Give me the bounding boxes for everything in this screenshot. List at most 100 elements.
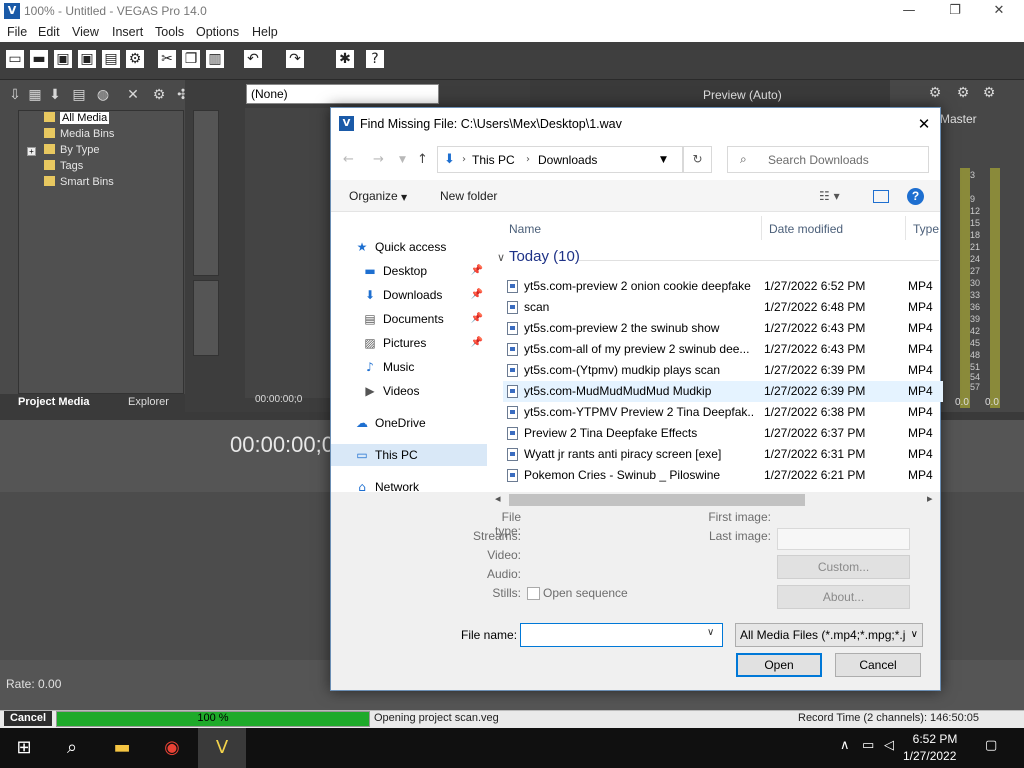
open-icon[interactable]: ▬ [30, 50, 48, 68]
vegas-taskbar-icon[interactable]: V [198, 728, 246, 768]
nav-music[interactable]: ♪ Music [331, 356, 487, 378]
pin-icon[interactable]: 📌 [471, 260, 483, 282]
column-date-modified[interactable]: Date modified [769, 222, 843, 236]
nav-pictures[interactable]: ▨ Pictures 📌 [331, 332, 487, 354]
nav-documents[interactable]: ▤ Documents 📌 [331, 308, 487, 330]
address-bar[interactable]: ⬇ › This PC › Downloads ▼ [437, 146, 683, 173]
file-row[interactable]: yt5s.com-all of my preview 2 swinub dee.… [503, 339, 943, 360]
scroll-right-icon[interactable]: ▸ [927, 492, 933, 505]
file-explorer-icon[interactable]: ▬ [98, 728, 146, 768]
nav-videos[interactable]: ▶ Videos [331, 380, 487, 402]
settings-icon[interactable]: ⚙ [926, 84, 944, 102]
open-sequence-checkbox[interactable] [527, 587, 540, 600]
nav-quick-access[interactable]: ★ Quick access [331, 236, 487, 258]
open-sequence-label[interactable]: Open sequence [543, 586, 628, 600]
chevron-down-icon[interactable]: ∨ [707, 627, 714, 638]
file-row[interactable]: yt5s.com-preview 2 onion cookie deepfake… [503, 276, 943, 297]
settings-icon[interactable]: ⚙ [954, 84, 972, 102]
tree-item-smart-bins[interactable]: Smart Bins [44, 175, 114, 190]
cancel-loading-button[interactable]: Cancel [4, 711, 52, 726]
notification-icon[interactable]: ▢ [985, 738, 997, 753]
nav-this-pc[interactable]: ▭ This PC [331, 444, 487, 466]
scrollbar-thumb[interactable] [509, 494, 805, 506]
close-app-button[interactable]: ✕ [976, 0, 1022, 22]
tab-project-media[interactable]: Project Media [18, 396, 90, 408]
file-row[interactable]: Wyatt jr rants anti piracy screen [exe] 1… [503, 444, 943, 465]
copy-icon[interactable]: ❐ [182, 50, 200, 68]
file-row[interactable]: Pokemon Cries - Swinub _ Piloswine 1/27/2… [503, 465, 943, 486]
nav-desktop[interactable]: ▬ Desktop 📌 [331, 260, 487, 282]
tree-item-media-bins[interactable]: Media Bins [44, 127, 114, 142]
remove-icon[interactable]: ✕ [124, 86, 142, 104]
scroll-left-icon[interactable]: ◂ [495, 492, 501, 505]
settings-icon[interactable]: ⚙ [980, 84, 998, 102]
properties-icon[interactable]: ⚙ [126, 50, 144, 68]
clock-date[interactable]: 1/27/2022 [903, 749, 956, 763]
up-icon[interactable]: ↑ [417, 152, 428, 167]
clock-time[interactable]: 6:52 PM [910, 732, 960, 746]
tab-explorer[interactable]: Explorer [128, 396, 169, 408]
media-tool-icon[interactable]: ▤ [70, 86, 88, 104]
menu-options[interactable]: Options [196, 25, 239, 39]
file-type-filter-select[interactable]: All Media Files (*.mp4;*.mpg;*.j ∨ [735, 623, 923, 647]
chrome-icon[interactable]: ◉ [148, 728, 196, 768]
chevron-up-icon[interactable]: ∧ [840, 738, 850, 753]
menu-view[interactable]: View [72, 25, 99, 39]
nav-downloads[interactable]: ⬇ Downloads 📌 [331, 284, 487, 306]
file-row[interactable]: scan 1/27/2022 6:48 PM MP4 [503, 297, 943, 318]
tree-item-all-media[interactable]: All Media [44, 111, 110, 126]
chevron-down-icon[interactable]: ▼ [660, 155, 667, 165]
volume-icon[interactable]: ◁ [884, 738, 894, 753]
refresh-icon[interactable]: ↻ [683, 146, 712, 173]
nav-network[interactable]: ⌂ Network [331, 476, 487, 498]
paste-icon[interactable]: ▥ [206, 50, 224, 68]
preview-pane-icon[interactable] [873, 190, 889, 203]
minimize-button[interactable]: — [886, 0, 932, 22]
nav-onedrive[interactable]: ☁ OneDrive [331, 412, 487, 434]
settings-icon[interactable]: ⚙ [150, 86, 168, 104]
new-project-icon[interactable]: ▭ [6, 50, 24, 68]
menu-file[interactable]: File [7, 25, 27, 39]
file-row[interactable]: yt5s.com-(Ytpmv) mudkip plays scan 1/27/2… [503, 360, 943, 381]
file-row[interactable]: Preview 2 Tina Deepfake Effects 1/27/2022… [503, 423, 943, 444]
explode-icon[interactable]: ✱ [336, 50, 354, 68]
web-icon[interactable]: ◍ [94, 86, 112, 104]
trimmer-select[interactable]: (None) [246, 84, 439, 104]
media-tool-icon[interactable]: ⬇ [46, 86, 64, 104]
search-input[interactable]: ⌕ Search Downloads [727, 146, 929, 173]
dialog-close-button[interactable]: ✕ [909, 112, 939, 136]
cut-icon[interactable]: ✂ [158, 50, 176, 68]
address-this-pc[interactable]: This PC [472, 153, 515, 167]
undo-icon[interactable]: ↶ [244, 50, 262, 68]
media-tool-icon[interactable]: ⇩ [6, 86, 24, 104]
organize-button[interactable]: Organize ▼ [349, 189, 407, 203]
search-icon[interactable]: ⌕ [48, 728, 96, 768]
column-divider[interactable] [905, 216, 906, 240]
save-icon[interactable]: ▣ [54, 50, 72, 68]
column-name[interactable]: Name [509, 222, 541, 236]
help-icon[interactable]: ? [907, 188, 924, 205]
save-as-icon[interactable]: ▣ [78, 50, 96, 68]
group-header-today[interactable]: ∨ Today (10) [497, 248, 580, 265]
new-folder-button[interactable]: New folder [440, 189, 497, 203]
network-icon[interactable]: ▭ [862, 738, 874, 753]
file-row[interactable]: yt5s.com-YTPMV Preview 2 Tina Deepfak...… [503, 402, 943, 423]
menu-tools[interactable]: Tools [155, 25, 184, 39]
view-options-icon[interactable]: ☷ ▾ [819, 189, 840, 203]
pin-icon[interactable]: 📌 [471, 332, 483, 354]
forward-icon[interactable]: → [373, 152, 384, 167]
pin-icon[interactable]: 📌 [471, 308, 483, 330]
render-icon[interactable]: ▤ [102, 50, 120, 68]
column-type[interactable]: Type [913, 222, 939, 236]
menu-help[interactable]: Help [252, 25, 278, 39]
back-icon[interactable]: ← [343, 152, 354, 167]
address-downloads[interactable]: Downloads [538, 153, 597, 167]
open-button[interactable]: Open [736, 653, 822, 677]
expand-icon[interactable]: + [27, 147, 36, 156]
horizontal-scrollbar[interactable]: ◂ ▸ [489, 492, 940, 509]
media-tool-icon[interactable]: ▦ [26, 86, 44, 104]
tree-item-by-type[interactable]: By Type [44, 143, 100, 158]
whats-this-icon[interactable]: ? [366, 50, 384, 68]
file-row[interactable]: yt5s.com-MudMudMudMud Mudkip 1/27/2022 6:… [503, 381, 943, 402]
pin-icon[interactable]: 📌 [471, 284, 483, 306]
